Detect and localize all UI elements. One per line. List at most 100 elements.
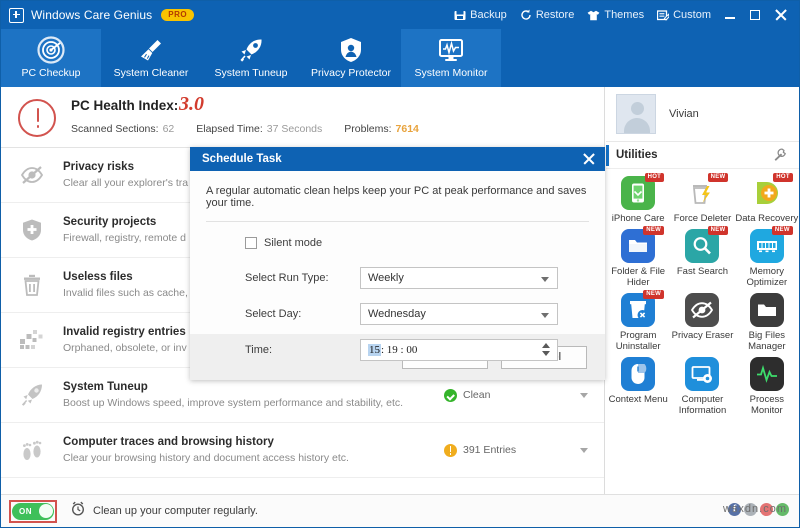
backup-icon <box>454 10 466 21</box>
row-expand-chevron-down-icon[interactable] <box>564 447 604 453</box>
chevron-down-icon <box>541 312 549 318</box>
utility-label: Fast Search <box>676 266 729 277</box>
utility-fast-search[interactable]: NEW Fast Search <box>670 226 734 291</box>
utility-folder-file-hider[interactable]: NEW Folder & File Hider <box>606 226 670 291</box>
user-box[interactable]: Vivian <box>606 87 799 142</box>
tab-system-cleaner-label: System Cleaner <box>113 67 189 79</box>
health-summary: PC Health Index: 3.0 Scanned Sections: 62… <box>1 87 604 148</box>
avatar <box>616 94 656 134</box>
tab-pc-checkup[interactable]: PC Checkup <box>1 29 101 87</box>
stat-problems: Problems: 7614 <box>344 123 419 135</box>
dialog-title: Schedule Task <box>202 153 282 165</box>
spinner-up-icon[interactable] <box>542 342 550 348</box>
utility-memory-optimizer[interactable]: NEW Memory Optimizer <box>735 226 799 291</box>
monitor-icon <box>436 34 466 66</box>
day-select[interactable]: Wednesday <box>360 302 558 325</box>
health-index-label: PC Health Index: <box>71 98 179 113</box>
tab-bar: PC Checkup System Cleaner System Tuneup … <box>1 29 799 87</box>
utility-label: Folder & File Hider <box>611 266 666 288</box>
status-badge: Clean <box>463 389 491 401</box>
schedule-toggle[interactable]: ON <box>12 502 54 520</box>
status-bar: ON Clean up your computer regularly. f w… <box>1 494 799 527</box>
shield-icon <box>336 34 366 66</box>
row-status: Clean <box>444 388 564 402</box>
row-expand-chevron-down-icon[interactable] <box>564 392 604 398</box>
menu-item-restore[interactable]: Restore <box>520 9 575 21</box>
dialog-form: Silent mode Select Run Type: Weekly Sele… <box>190 222 605 363</box>
time-hour-value[interactable]: 15 <box>368 343 381 356</box>
dialog-description: A regular automatic clean helps keep you… <box>206 185 587 209</box>
utility-computer-information[interactable]: Computer Information <box>670 357 734 419</box>
minimize-button[interactable] <box>725 11 735 20</box>
table-row[interactable]: Computer traces and browsing history Cle… <box>1 423 604 478</box>
app-title: Windows Care Genius <box>31 8 153 22</box>
utility-program-uninstaller[interactable]: NEW Program Uninstaller <box>606 290 670 355</box>
tab-system-monitor[interactable]: System Monitor <box>401 29 501 87</box>
utility-privacy-eraser[interactable]: Privacy Eraser <box>670 293 734 355</box>
time-stepper[interactable]: 15 : 19 : 00 <box>360 338 558 361</box>
eye-slash-icon <box>1 165 63 185</box>
dialog-body: A regular automatic clean helps keep you… <box>190 171 605 361</box>
pc-info-icon <box>685 357 720 391</box>
time-label: Time: <box>245 343 273 356</box>
registry-icon <box>1 329 63 351</box>
wrench-icon[interactable] <box>773 148 787 167</box>
run-type-label: Select Run Type: <box>245 271 329 284</box>
watermark-text: wsxdn.com <box>722 503 787 515</box>
utility-big-files-manager[interactable]: Big Files Manager <box>735 293 799 355</box>
utilities-header: Utilities <box>606 142 799 169</box>
tab-privacy-protector[interactable]: Privacy Protector <box>301 29 401 87</box>
tab-system-cleaner[interactable]: System Cleaner <box>101 29 201 87</box>
utility-process-monitor[interactable]: Process Monitor <box>735 357 799 419</box>
silent-mode-label: Silent mode <box>264 237 323 249</box>
titlebar-menu: Backup Restore Themes Custom <box>454 9 711 21</box>
time-row: Time: 15 : 19 : 00 <box>190 336 605 363</box>
tab-system-tuneup[interactable]: System Tuneup <box>201 29 301 87</box>
close-button[interactable] <box>775 9 787 21</box>
row-title: Computer traces and browsing history <box>63 436 274 448</box>
day-value: Wednesday <box>368 307 426 320</box>
stat-elapsed-time-label: Elapsed Time: <box>196 123 263 135</box>
utility-label: Data Recovery <box>735 213 799 224</box>
stat-scanned-sections: Scanned Sections: 62 <box>71 123 174 135</box>
day-label: Select Day: <box>245 307 302 320</box>
utility-iphone-care[interactable]: HOT iPhone Care <box>606 173 670 227</box>
run-type-row: Select Run Type: Weekly <box>190 264 605 291</box>
menu-item-backup[interactable]: Backup <box>454 9 507 21</box>
status-warn-icon <box>444 443 457 457</box>
silent-mode-checkbox[interactable] <box>245 237 257 249</box>
menu-item-themes-label: Themes <box>604 9 645 21</box>
dialog-close-icon[interactable] <box>583 153 595 165</box>
app-logo-icon <box>9 7 24 23</box>
new-badge: NEW <box>643 226 665 235</box>
spinner-down-icon[interactable] <box>542 350 550 356</box>
pulse-icon <box>749 357 784 391</box>
menu-item-custom[interactable]: Custom <box>657 9 711 21</box>
stat-problems-value: 7614 <box>395 123 419 135</box>
maximize-button[interactable] <box>750 10 760 20</box>
utility-label: Big Files Manager <box>748 330 786 352</box>
status-text: Clean up your computer regularly. <box>93 505 258 517</box>
schedule-toggle-highlight: ON <box>9 499 57 523</box>
run-type-select[interactable]: Weekly <box>360 266 558 289</box>
badge <box>722 354 728 356</box>
restore-icon <box>520 9 532 21</box>
health-index-score: 3.0 <box>179 93 204 115</box>
utility-data-recovery[interactable]: HOT Data Recovery <box>735 173 799 227</box>
utility-force-deleter[interactable]: NEW Force Deleter <box>670 173 734 227</box>
menu-item-backup-label: Backup <box>470 9 507 21</box>
rocket-icon <box>1 382 63 408</box>
themes-icon <box>587 10 600 21</box>
custom-icon <box>657 9 670 21</box>
row-description: Clear your browsing history and document… <box>63 452 349 464</box>
dialog-title-bar: Schedule Task <box>190 147 605 171</box>
new-badge: NEW <box>771 226 793 235</box>
utility-context-menu[interactable]: Context Menu <box>606 357 670 419</box>
stat-scanned-sections-value: 62 <box>162 123 175 135</box>
menu-item-restore-label: Restore <box>535 9 575 21</box>
shield-plus-icon <box>1 218 63 242</box>
mouse-icon <box>621 357 656 391</box>
time-spinner-buttons[interactable] <box>542 342 550 356</box>
stat-scanned-sections-label: Scanned Sections: <box>71 123 159 135</box>
menu-item-themes[interactable]: Themes <box>587 9 644 21</box>
